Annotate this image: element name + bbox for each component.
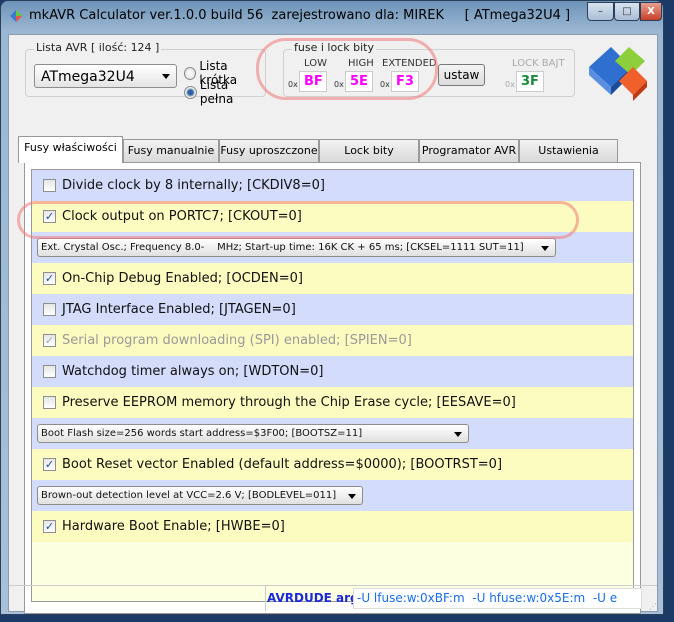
lock-byte-label: LOCK BAJT (512, 58, 565, 69)
option-select-value: Boot Flash size=256 words start address=… (41, 428, 363, 439)
checkbox-checked: ✓ (43, 334, 56, 347)
fuse-option-row: Preserve EEPROM memory through the Chip … (32, 387, 633, 418)
app-window: mkAVR Calculator ver.1.0.0 build 56 zare… (0, 0, 664, 615)
window-title: mkAVR Calculator ver.1.0.0 build 56 zare… (29, 8, 571, 23)
tab-fusy-manualnie[interactable]: Fusy manualnie (123, 139, 219, 163)
fuse-group: fuse i lock bity LOW HIGH EXTENDED 0x BF… (283, 41, 575, 97)
hex-prefix: 0x (505, 80, 515, 89)
avr-select[interactable]: ATmega32U4 (34, 64, 177, 88)
high-fuse-input[interactable]: 5E (345, 71, 373, 92)
chevron-down-icon (162, 74, 170, 79)
tab-panel: Divide clock by 8 internally; [CKDIV8=0]… (24, 162, 641, 614)
option-label[interactable]: Serial program downloading (SPI) enabled… (62, 333, 412, 348)
tab-lock-bity[interactable]: Lock bity (319, 139, 419, 163)
status-bar: AVRDUDE arg. -U lfuse:w:0xBF:m -U hfuse:… (9, 585, 657, 611)
lock-byte-input[interactable]: 3F (516, 71, 544, 92)
fuse-options-list: Divide clock by 8 internally; [CKDIV8=0]… (31, 169, 634, 602)
checkbox[interactable] (43, 396, 56, 409)
fuse-option-row: Divide clock by 8 internally; [CKDIV8=0] (32, 170, 633, 201)
avr-selected-value: ATmega32U4 (41, 69, 135, 85)
low-label: LOW (304, 58, 327, 69)
checkbox[interactable] (43, 303, 56, 316)
fuse-option-select-row: Boot Flash size=256 words start address=… (32, 418, 633, 449)
avr-list-group: Lista AVR [ ilość: 124 ] ATmega32U4 List… (25, 41, 266, 106)
option-label[interactable]: Hardware Boot Enable; [HWBE=0] (62, 519, 285, 534)
option-label[interactable]: JTAG Interface Enabled; [JTAGEN=0] (62, 302, 296, 317)
extended-label: EXTENDED (382, 58, 437, 69)
close-button[interactable]: X (640, 2, 662, 21)
hex-prefix: 0x (380, 80, 390, 89)
client-area: Lista AVR [ ilość: 124 ] ATmega32U4 List… (8, 34, 658, 614)
option-label[interactable]: Clock output on PORTC7; [CKOUT=0] (62, 209, 302, 224)
set-fuses-button[interactable]: ustaw (438, 64, 485, 86)
avrdude-label: AVRDUDE arg. (267, 591, 364, 605)
tab-fusy-wlasciwosci[interactable]: Fusy właściwości (18, 136, 123, 163)
fuse-option-row: ✓ Hardware Boot Enable; [HWBE=0] (32, 511, 633, 542)
chevron-down-icon (541, 245, 549, 251)
checkbox[interactable] (43, 365, 56, 378)
radio-selected-icon (184, 85, 197, 99)
avrdude-args-field[interactable]: -U lfuse:w:0xBF:m -U hfuse:w:0x5E:m -U e (353, 588, 642, 609)
hex-prefix: 0x (288, 80, 298, 89)
tab-fusy-uproszczone[interactable]: Fusy uproszczone (219, 139, 319, 163)
hex-prefix: 0x (334, 80, 344, 89)
option-select[interactable]: Ext. Crystal Osc.; Frequency 8.0- MHz; S… (37, 238, 556, 257)
option-label[interactable]: Watchdog timer always on; [WDTON=0] (62, 364, 323, 379)
chevron-down-icon (454, 431, 462, 437)
resize-grip-icon[interactable]: ⋰ (649, 602, 657, 611)
fuse-option-select-row: Brown-out detection level at VCC=2.6 V; … (32, 480, 633, 511)
checkbox[interactable] (43, 179, 56, 192)
tab-ustawienia[interactable]: Ustawienia (519, 139, 618, 163)
high-label: HIGH (348, 58, 374, 69)
app-logo (589, 47, 647, 101)
fuse-option-row: JTAG Interface Enabled; [JTAGEN=0] (32, 294, 633, 325)
option-label[interactable]: Boot Reset vector Enabled (default addre… (62, 457, 502, 472)
minimize-button[interactable]: – (587, 2, 614, 21)
checkbox-checked[interactable]: ✓ (43, 520, 56, 533)
fuse-group-label: fuse i lock bity (292, 41, 376, 54)
checkbox-checked[interactable]: ✓ (43, 272, 56, 285)
option-select-value: Brown-out detection level at VCC=2.6 V; … (41, 490, 337, 501)
option-label[interactable]: On-Chip Debug Enabled; [OCDEN=0] (62, 271, 303, 286)
app-icon (10, 10, 22, 22)
option-select[interactable]: Boot Flash size=256 words start address=… (37, 424, 469, 443)
fuse-option-row: ✓ On-Chip Debug Enabled; [OCDEN=0] (32, 263, 633, 294)
maximize-button[interactable]: □ (614, 2, 640, 21)
avr-list-label: Lista AVR [ ilość: 124 ] (34, 41, 162, 54)
checkbox-checked[interactable]: ✓ (43, 210, 56, 223)
fuse-option-row: Watchdog timer always on; [WDTON=0] (32, 356, 633, 387)
chevron-down-icon (348, 493, 356, 499)
low-fuse-input[interactable]: BF (299, 71, 327, 92)
fuse-option-row: ✓ Boot Reset vector Enabled (default addr… (32, 449, 633, 480)
radio-label: Lista pełna (199, 78, 234, 106)
option-select-value: Ext. Crystal Osc.; Frequency 8.0- MHz; S… (41, 242, 524, 253)
fuse-option-select-row: Ext. Crystal Osc.; Frequency 8.0- MHz; S… (32, 232, 633, 263)
extended-fuse-input[interactable]: F3 (391, 71, 419, 92)
fuse-option-row: ✓ Serial program downloading (SPI) enable… (32, 325, 633, 356)
option-label[interactable]: Divide clock by 8 internally; [CKDIV8=0] (62, 178, 325, 193)
radio-full-list[interactable]: Lista pełna (184, 78, 265, 106)
checkbox-checked[interactable]: ✓ (43, 458, 56, 471)
option-select[interactable]: Brown-out detection level at VCC=2.6 V; … (37, 486, 363, 505)
tab-programator-avr[interactable]: Programator AVR (419, 139, 519, 163)
fuse-option-row: ✓ Clock output on PORTC7; [CKOUT=0] (32, 201, 633, 232)
option-label[interactable]: Preserve EEPROM memory through the Chip … (62, 395, 516, 410)
